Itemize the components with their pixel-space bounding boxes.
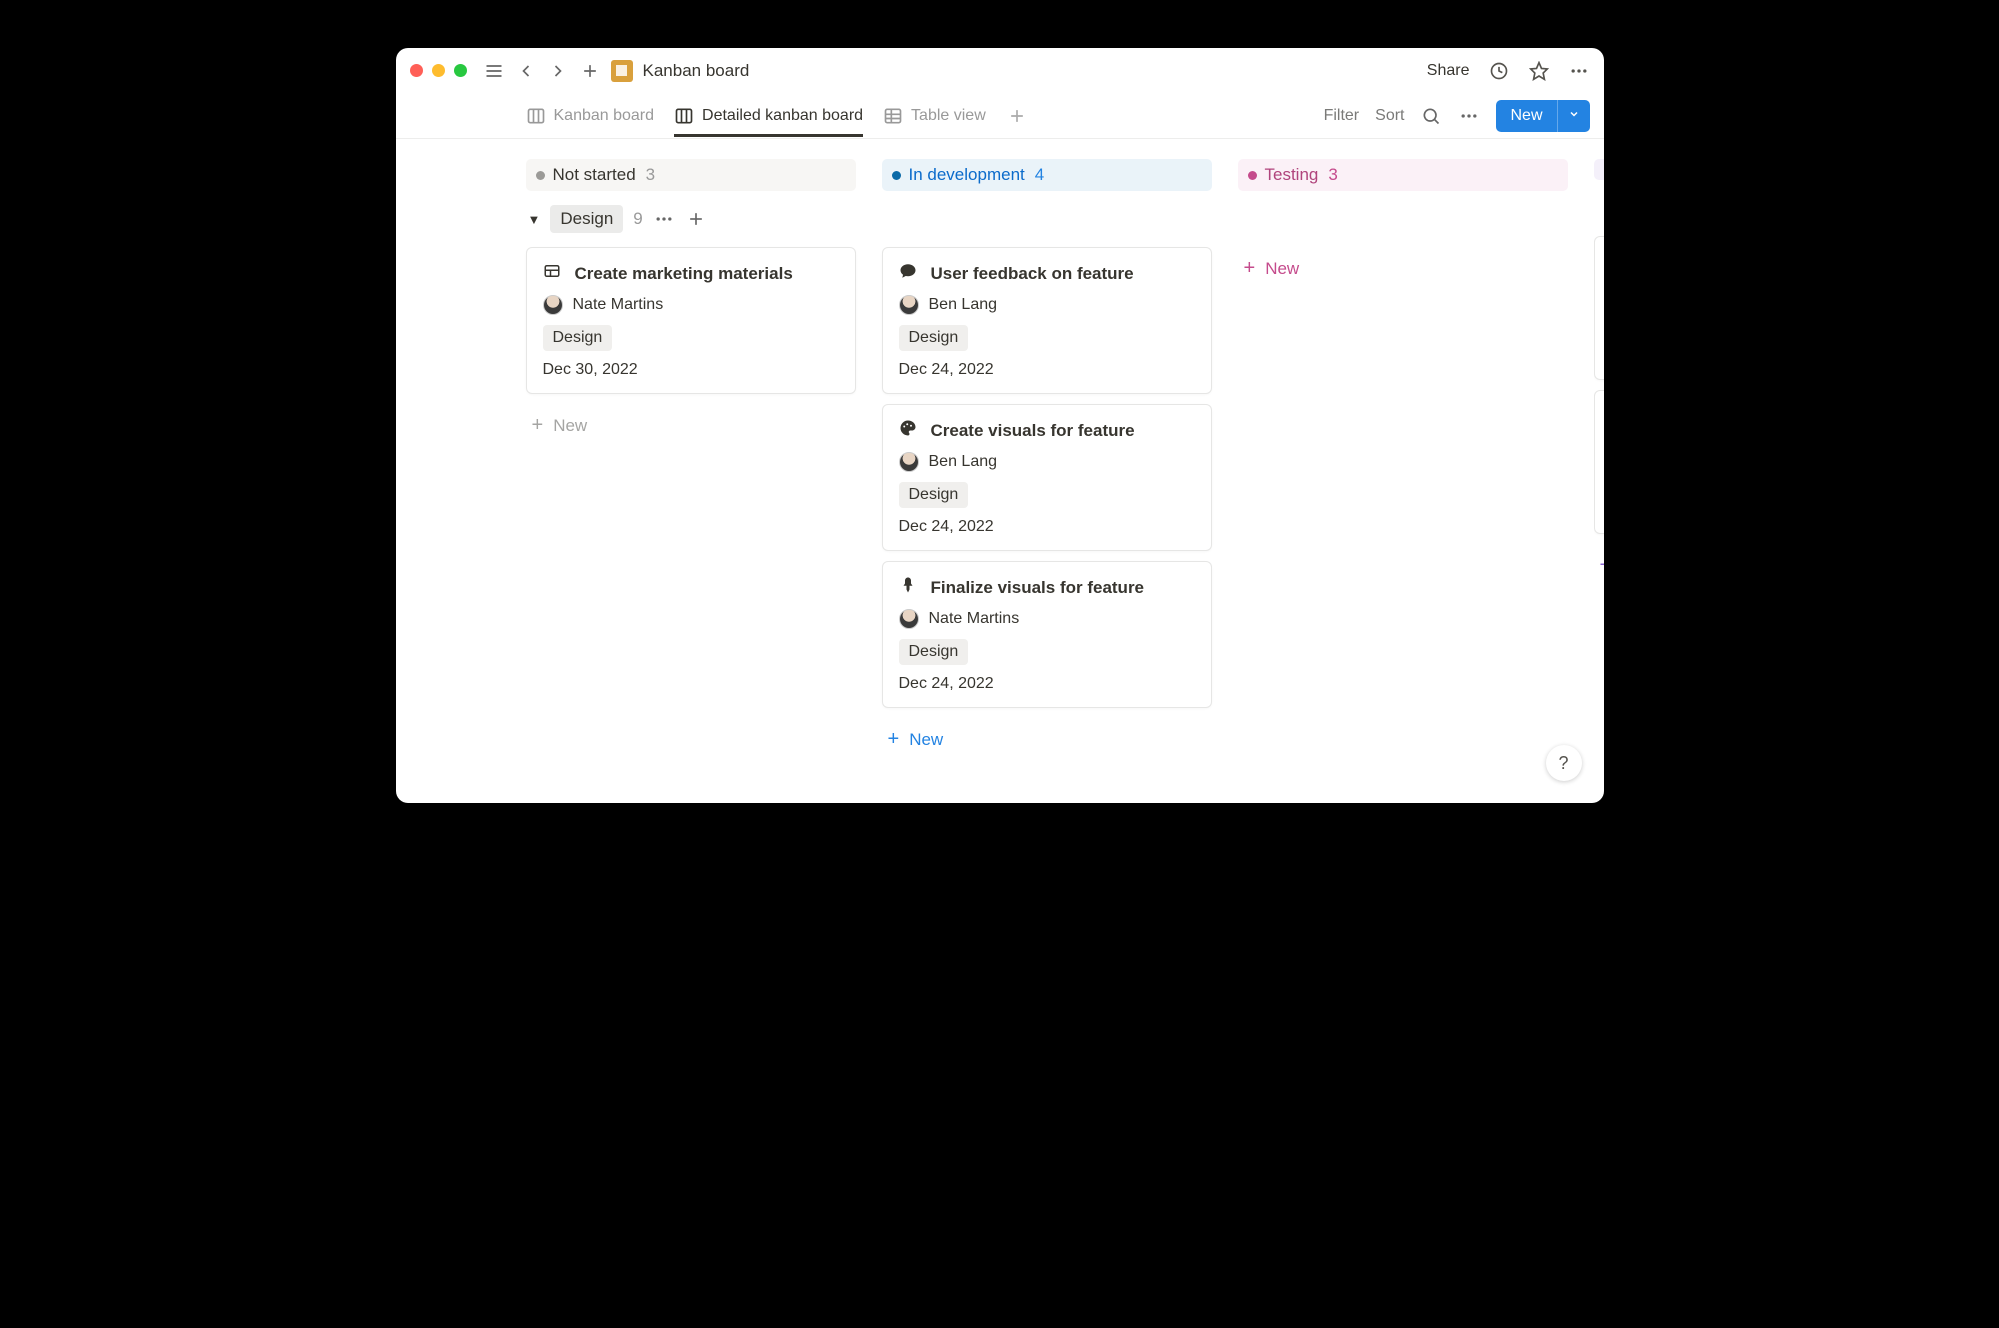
palette-icon: [899, 419, 919, 442]
tab-detailed-kanban-board[interactable]: Detailed kanban board: [674, 96, 863, 137]
group-header[interactable]: ▼ Design 9: [528, 205, 856, 233]
plus-icon: +: [1244, 257, 1256, 280]
nav-back-icon[interactable]: [515, 60, 537, 82]
card-title: Create visuals for feature: [931, 421, 1135, 441]
new-button-label: New: [1496, 100, 1556, 132]
card-date: Dec 24, 2022: [899, 675, 1195, 693]
plus-icon: +: [1600, 554, 1604, 577]
column-count: 3: [1328, 165, 1337, 185]
new-label: New: [553, 416, 587, 436]
assignee-name: Nate Martins: [573, 296, 664, 314]
plus-icon: +: [888, 728, 900, 751]
column-in-development: In development 4 User feedback on featur…: [882, 159, 1212, 803]
tab-label: Table view: [911, 107, 986, 125]
kanban-card[interactable]: Finalize visuals for feature Nate Martin…: [882, 561, 1212, 708]
card-title: Finalize visuals for feature: [931, 578, 1145, 598]
kanban-card[interactable]: ◎ D D: [1594, 236, 1604, 380]
search-icon[interactable]: [1420, 105, 1442, 127]
assignee-name: Ben Lang: [929, 453, 998, 471]
column-not-started: Not started 3 ▼ Design 9 Create mar: [526, 159, 856, 803]
add-card-button[interactable]: + New: [526, 404, 856, 447]
card-title: Create marketing materials: [575, 264, 793, 284]
column-testing: Testing 3 + New: [1238, 159, 1568, 803]
group-more-icon[interactable]: [653, 208, 675, 230]
kanban-card[interactable]: ◐ D D: [1594, 390, 1604, 534]
card-icon: [543, 262, 563, 285]
kanban-card[interactable]: Create marketing materials Nate Martins …: [526, 247, 856, 394]
add-view-icon[interactable]: [1006, 105, 1028, 127]
card-date: Dec 30, 2022: [543, 361, 839, 379]
tab-table-view[interactable]: Table view: [883, 96, 986, 136]
column-header[interactable]: Testing 3: [1238, 159, 1568, 191]
views-tabs-bar: Kanban board Detailed kanban board Table…: [396, 93, 1604, 139]
more-icon[interactable]: [1568, 60, 1590, 82]
new-button-dropdown[interactable]: [1557, 100, 1590, 132]
assignee-name: Ben Lang: [929, 296, 998, 314]
column-title: In development: [909, 165, 1025, 185]
new-button[interactable]: New: [1496, 100, 1589, 132]
tab-label: Kanban board: [554, 107, 655, 125]
assignee-name: Nate Martins: [929, 610, 1020, 628]
card-tag: Design: [899, 482, 969, 508]
collapse-group-icon[interactable]: ▼: [528, 212, 541, 227]
help-button[interactable]: ?: [1546, 745, 1582, 781]
minimize-window-button[interactable]: [432, 64, 445, 77]
column-title: Testing: [1265, 165, 1319, 185]
card-date: Dec 24, 2022: [899, 361, 1195, 379]
titlebar-actions: Share: [1427, 60, 1590, 82]
kanban-board: Not started 3 ▼ Design 9 Create mar: [396, 139, 1604, 803]
column-title: Not started: [553, 165, 636, 185]
avatar: [899, 295, 919, 315]
column-count: 4: [1035, 165, 1044, 185]
nav-forward-icon[interactable]: [547, 60, 569, 82]
card-tag: Design: [543, 325, 613, 351]
status-dot-icon: [892, 171, 901, 180]
group-add-icon[interactable]: [685, 208, 707, 230]
app-window: Kanban board Share Kanban board Detailed…: [396, 48, 1604, 803]
kanban-card[interactable]: Create visuals for feature Ben Lang Desi…: [882, 404, 1212, 551]
column-next-partial: ◎ D D ◐ D D +: [1594, 159, 1604, 803]
avatar: [543, 295, 563, 315]
add-card-button[interactable]: +: [1594, 544, 1604, 587]
view-actions: Filter Sort New: [1324, 100, 1590, 132]
pin-icon: [899, 576, 919, 599]
avatar: [899, 609, 919, 629]
column-header[interactable]: In development 4: [882, 159, 1212, 191]
sort-button[interactable]: Sort: [1375, 107, 1404, 125]
status-dot-icon: [536, 171, 545, 180]
speech-bubble-icon: [899, 262, 919, 285]
filter-button[interactable]: Filter: [1324, 107, 1360, 125]
card-tag: Design: [899, 639, 969, 665]
column-count: 3: [646, 165, 655, 185]
tab-label: Detailed kanban board: [702, 107, 863, 125]
new-label: New: [909, 730, 943, 750]
group-count: 9: [633, 209, 642, 229]
maximize-window-button[interactable]: [454, 64, 467, 77]
column-header[interactable]: Not started 3: [526, 159, 856, 191]
page-title[interactable]: Kanban board: [643, 61, 750, 81]
close-window-button[interactable]: [410, 64, 423, 77]
add-card-button[interactable]: + New: [1238, 247, 1568, 290]
add-card-button[interactable]: + New: [882, 718, 1212, 761]
status-dot-icon: [1248, 171, 1257, 180]
traffic-lights: [410, 64, 467, 77]
titlebar: Kanban board Share: [396, 48, 1604, 93]
page-icon: [611, 60, 633, 82]
card-tag: Design: [899, 325, 969, 351]
plus-icon: +: [532, 414, 544, 437]
new-page-icon[interactable]: [579, 60, 601, 82]
card-date: Dec 24, 2022: [899, 518, 1195, 536]
avatar: [899, 452, 919, 472]
new-label: New: [1265, 259, 1299, 279]
clock-icon[interactable]: [1488, 60, 1510, 82]
group-name: Design: [550, 205, 623, 233]
card-title: User feedback on feature: [931, 264, 1134, 284]
kanban-card[interactable]: User feedback on feature Ben Lang Design…: [882, 247, 1212, 394]
tab-kanban-board[interactable]: Kanban board: [526, 96, 655, 136]
hamburger-menu-icon[interactable]: [483, 60, 505, 82]
share-button[interactable]: Share: [1427, 62, 1470, 80]
star-icon[interactable]: [1528, 60, 1550, 82]
view-more-icon[interactable]: [1458, 105, 1480, 127]
